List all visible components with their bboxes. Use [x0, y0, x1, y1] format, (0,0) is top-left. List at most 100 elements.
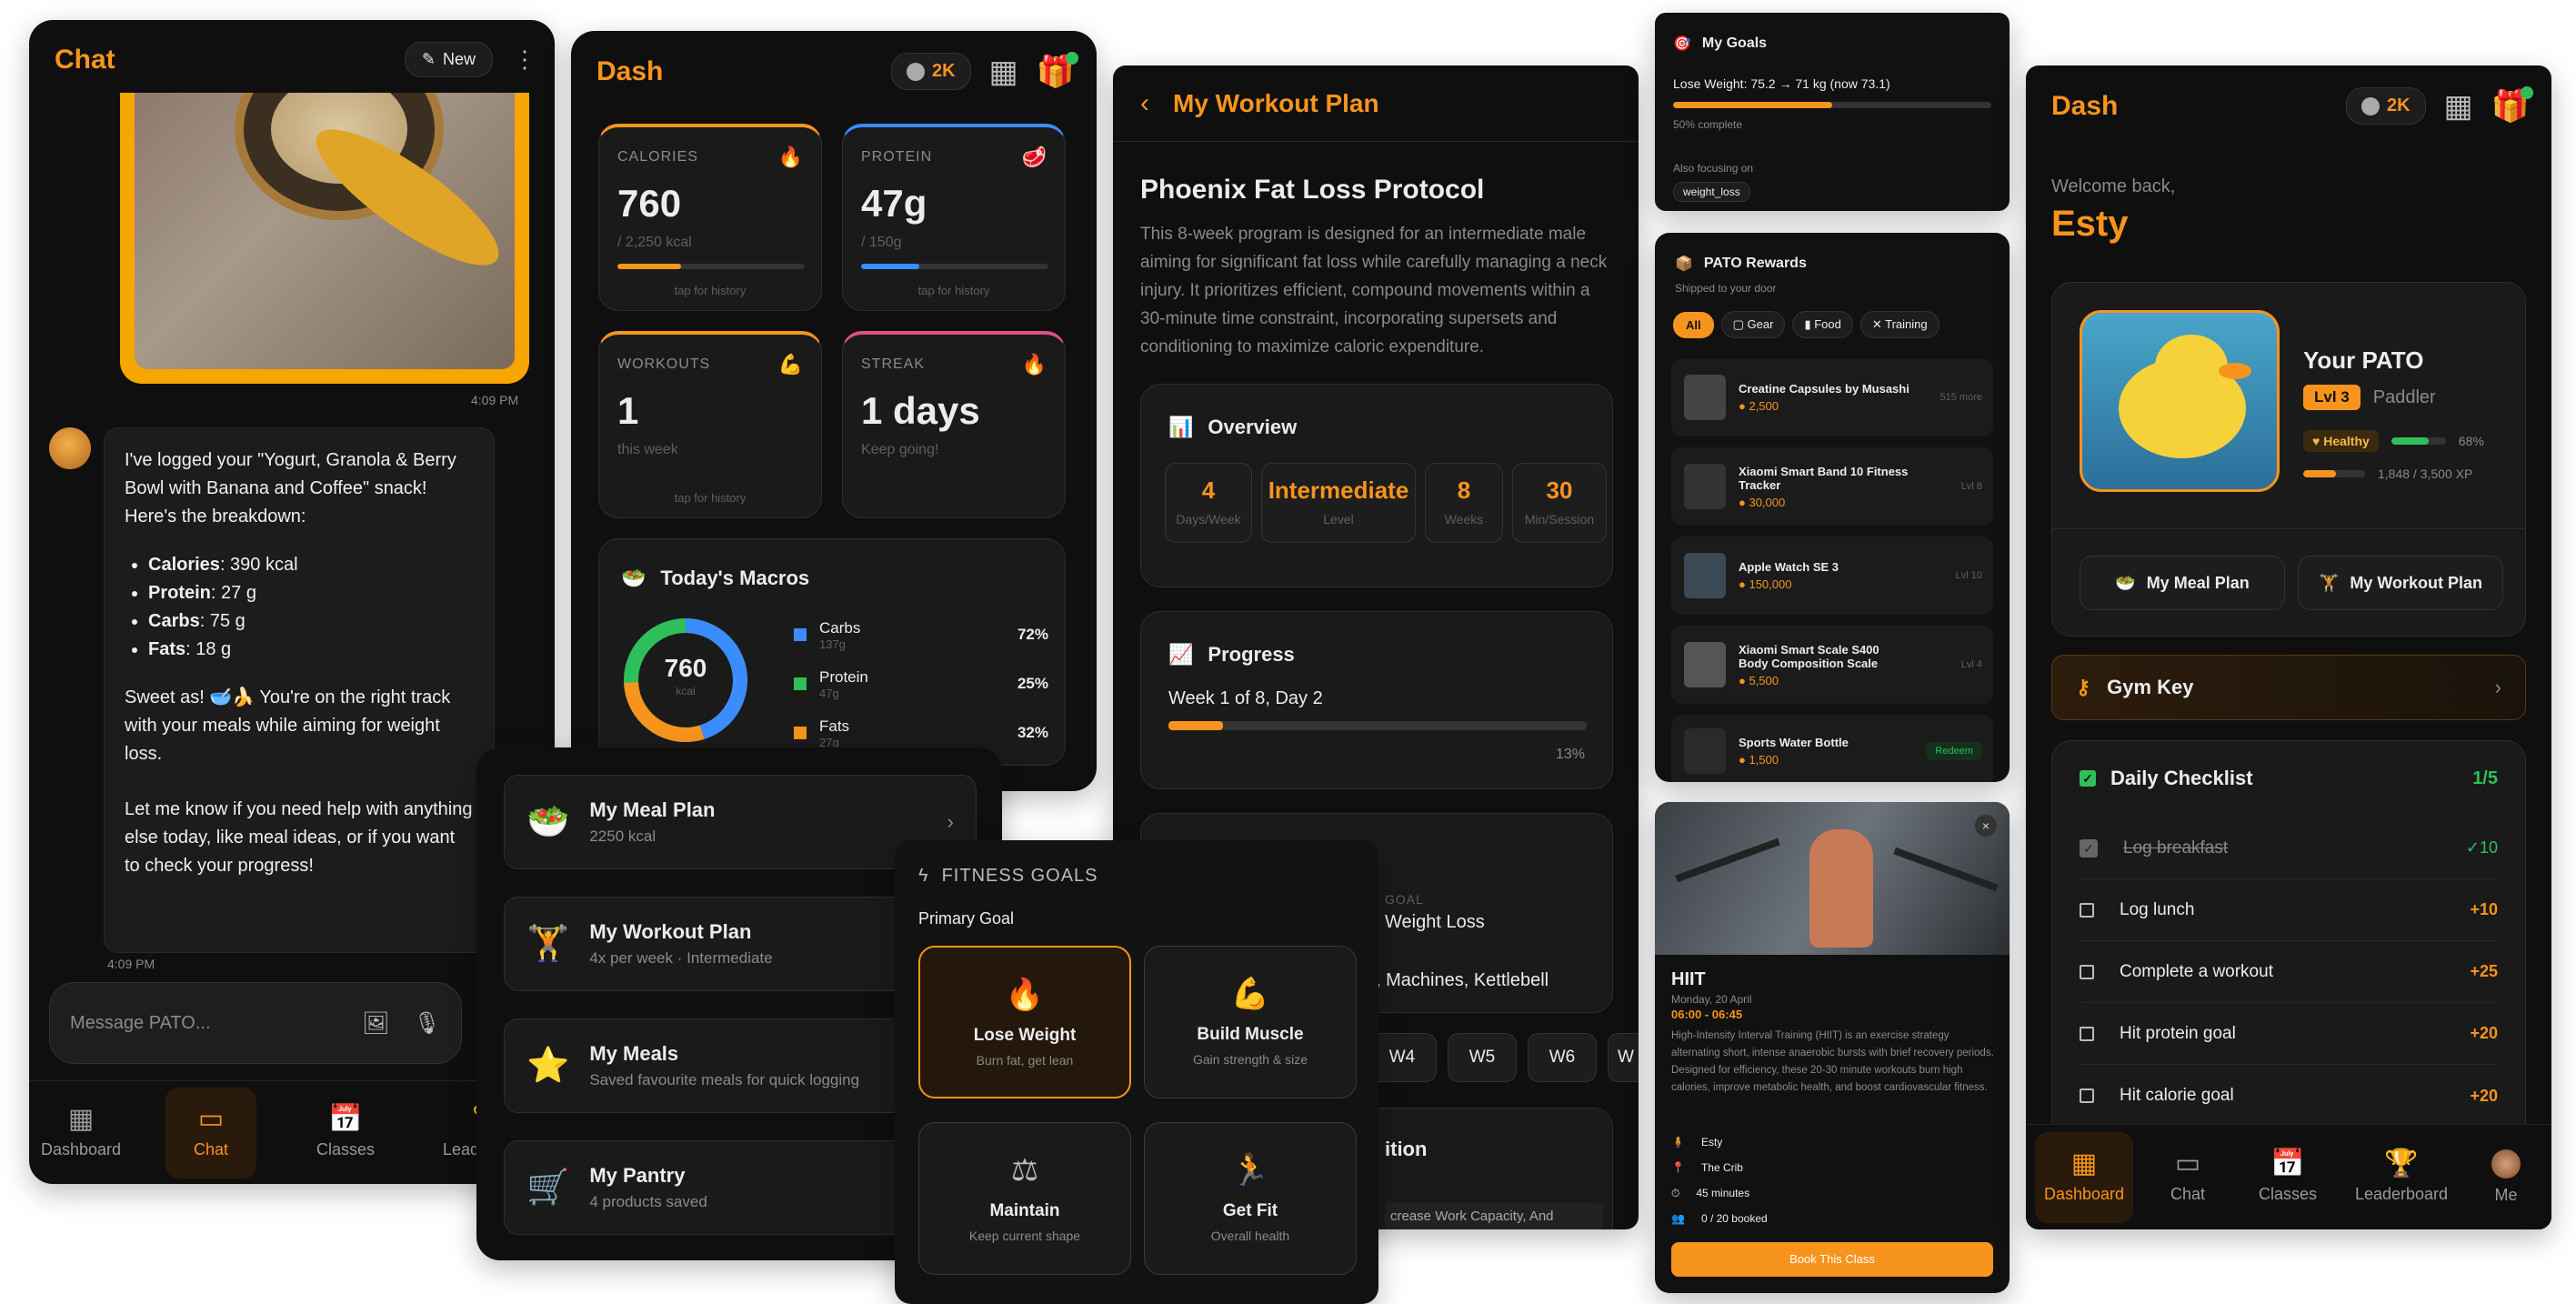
gym-key-button[interactable]: ⚷ Gym Key › [2051, 655, 2526, 720]
pencil-icon: ✎ [421, 50, 436, 68]
nav-leaderboard[interactable]: 🏆Leaderboard [2347, 1137, 2456, 1219]
week-tab[interactable]: W [1608, 1033, 1639, 1082]
checklist-item[interactable]: Complete a workout +25 [2080, 941, 2498, 1003]
checkbox [2080, 964, 2094, 979]
salad-icon: 🥗 [526, 803, 570, 841]
chevron-right-icon: › [947, 810, 954, 833]
timer-icon: ⏱ [1671, 1187, 1680, 1199]
microphone-icon[interactable]: 🎙 [414, 1010, 441, 1037]
stat-tile-workouts[interactable]: WORKOUTS 💪 1 this week tap for history [598, 331, 822, 518]
progress-fill [1673, 102, 1832, 108]
muscle-icon: 💪 [1230, 977, 1270, 1011]
checkbox [2080, 902, 2094, 918]
nav-me[interactable]: Me [2470, 1137, 2542, 1219]
checkbox: ✓ [2080, 838, 2098, 858]
cart-icon: 🛒 [526, 1169, 570, 1207]
filter-all[interactable]: All [1673, 311, 1714, 338]
coin-balance[interactable]: 2K [2345, 87, 2426, 125]
level-badge: Lvl 3 [2303, 385, 2360, 410]
grid-icon: ▦ [2070, 1149, 2098, 1179]
filter-gear[interactable]: ▢ Gear [1720, 311, 1786, 338]
close-icon[interactable]: × [1975, 815, 1997, 837]
goal-option-maintain[interactable]: ⚖ Maintain Keep current shape [918, 1122, 1131, 1275]
stat-tile-protein[interactable]: PROTEIN 🥩 47g / 150g tap for history [842, 124, 1066, 311]
reward-item[interactable]: Creatine Capsules by Musashi ● 2,500 515 m… [1671, 358, 1993, 436]
nav-dashboard[interactable]: ▦ Dashboard [40, 1092, 122, 1174]
checklist-item[interactable]: Log lunch +10 [2080, 879, 2498, 941]
class-photo [1655, 802, 2010, 955]
week-tab[interactable]: W5 [1448, 1033, 1517, 1082]
overview-stat: 4 Days/Week [1165, 463, 1252, 543]
checklist-item[interactable]: ✓ Log breakfast ✓10 [2080, 818, 2498, 879]
meal-plan-button[interactable]: 🥗 My Meal Plan [2080, 556, 2285, 610]
reward-item[interactable]: Apple Watch SE 3 ● 150,000 Lvl 10 [1671, 537, 1993, 615]
dash-title: Dash [2051, 90, 2119, 121]
macro-row-carbs: Carbs 137g 72% [794, 610, 1048, 659]
checklist-item[interactable]: Hit calorie goal +20 [2080, 1065, 2498, 1127]
gift-icon[interactable]: 🎁 [2491, 85, 2533, 125]
progress-fill [617, 264, 682, 269]
check-icon: ✓ [2080, 770, 2096, 787]
coin-balance[interactable]: 2K [890, 53, 971, 90]
filter-food[interactable]: ▮ Food [1792, 311, 1853, 338]
rewards-list: Creatine Capsules by Musashi ● 2,500 515 m… [1671, 358, 1993, 782]
gift-icon[interactable]: 🎁 [1037, 51, 1078, 90]
calendar-icon: 📅 [2270, 1149, 2305, 1179]
qr-code-icon[interactable]: ▦ [989, 54, 1018, 90]
message-time: 4:09 PM [471, 393, 519, 407]
stat-tile-streak[interactable]: STREAK 🔥 1 days Keep going! [842, 331, 1066, 518]
chat-title: Chat [55, 44, 115, 75]
meal-photo [120, 93, 529, 384]
week-tab[interactable]: W6 [1528, 1033, 1597, 1082]
message-para: Let me know if you need help with anythi… [125, 799, 473, 876]
goal-option-lose-weight[interactable]: 🔥 Lose Weight Burn fat, get lean [918, 946, 1131, 1098]
grid-icon: ▦ [67, 1104, 95, 1134]
message-input[interactable]: Message PATO... 🖼 🎙 [49, 982, 462, 1064]
nav-classes[interactable]: 📅 Classes [300, 1092, 391, 1174]
more-menu-icon[interactable]: ⋮ [513, 45, 536, 74]
fire-icon: 🔥 [1021, 353, 1047, 376]
stat-tile-calories[interactable]: CALORIES 🔥 760 / 2,250 kcal tap for hist… [598, 124, 822, 311]
workout-plan-button[interactable]: 🏋 My Workout Plan [2298, 556, 2503, 610]
goal-option-build-muscle[interactable]: 💪 Build Muscle Gain strength & size [1144, 946, 1357, 1098]
star-icon: ⭐ [526, 1047, 570, 1085]
weightlifter-icon: 🏋 [2318, 573, 2340, 592]
goal-option-get-fit[interactable]: 🏃 Get Fit Overall health [1144, 1122, 1357, 1275]
health-badge: ♥ Healthy [2303, 430, 2379, 452]
target-icon: 🎯 [1673, 36, 1691, 52]
product-image [1684, 375, 1726, 420]
rewards-panel: 📦 PATO Rewards Shipped to your door All ▢… [1655, 233, 2010, 782]
redeem-button[interactable]: Redeem [1926, 742, 1982, 760]
nav-chat[interactable]: ▭ Chat [2147, 1137, 2229, 1219]
product-image [1684, 553, 1726, 598]
nav-classes[interactable]: 📅 Classes [2242, 1137, 2333, 1219]
nav-dashboard[interactable]: ▦ Dashboard [2035, 1131, 2133, 1223]
progress-fill [1168, 721, 1223, 730]
macro-item: Protein: 27 g [148, 579, 474, 607]
chat-icon: ▭ [197, 1104, 225, 1134]
nav-chat[interactable]: ▭ Chat [165, 1087, 256, 1179]
focus-tag: weight_loss [1673, 182, 1750, 202]
pin-icon: 📍 [1671, 1161, 1685, 1174]
home-dashboard-screen: Dash 2K ▦ 🎁 Welcome back, Esty Your PATO… [2026, 65, 2551, 1229]
book-class-button[interactable]: Book This Class [1671, 1242, 1993, 1277]
reward-item[interactable]: Sports Water Bottle ● 1,500 Redeem [1671, 715, 1993, 782]
coin-icon [2360, 96, 2380, 115]
box-icon: 📦 [1675, 256, 1693, 272]
filter-training[interactable]: ✕ Training [1859, 311, 1940, 338]
reward-item[interactable]: Xiaomi Smart Band 10 Fitness Tracker ● 30… [1671, 447, 1993, 526]
trend-icon: 📈 [1168, 643, 1194, 666]
pato-duck-image [2080, 310, 2280, 492]
new-chat-button[interactable]: ✎ New [404, 42, 493, 77]
image-icon[interactable]: 🖼 [362, 1010, 389, 1037]
person-icon: 🧍 [1671, 1136, 1685, 1149]
meat-icon: 🥩 [1021, 145, 1047, 168]
class-detail-row: 📍 The Crib [1671, 1155, 1768, 1180]
back-chevron-icon[interactable]: ‹ [1140, 88, 1149, 119]
qr-code-icon[interactable]: ▦ [2444, 88, 2473, 125]
dash-title: Dash [596, 55, 664, 86]
macro-item: Carbs: 75 g [148, 607, 474, 636]
product-image [1684, 728, 1726, 774]
checklist-item[interactable]: Hit protein goal +20 [2080, 1003, 2498, 1065]
reward-item[interactable]: Xiaomi Smart Scale S400 Body Composition… [1671, 626, 1993, 704]
